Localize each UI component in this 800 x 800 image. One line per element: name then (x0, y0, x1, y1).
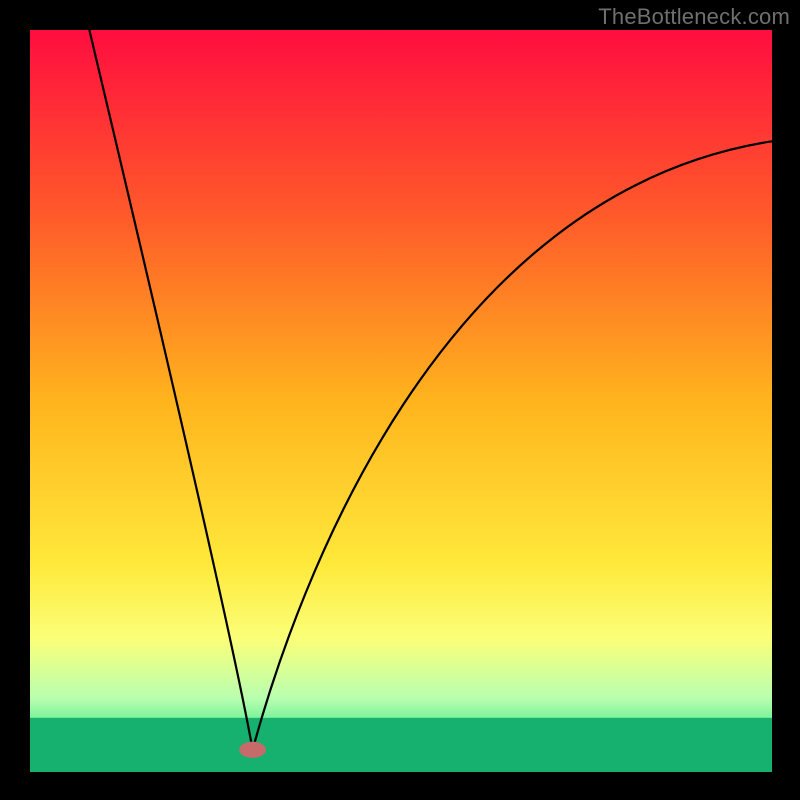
green-band (30, 718, 772, 772)
dip-marker (239, 742, 266, 758)
watermark-text: TheBottleneck.com (598, 4, 790, 30)
chart-frame: TheBottleneck.com (0, 0, 800, 800)
gradient-background (30, 30, 772, 772)
plot-svg (30, 30, 772, 772)
plot-area (30, 30, 772, 772)
